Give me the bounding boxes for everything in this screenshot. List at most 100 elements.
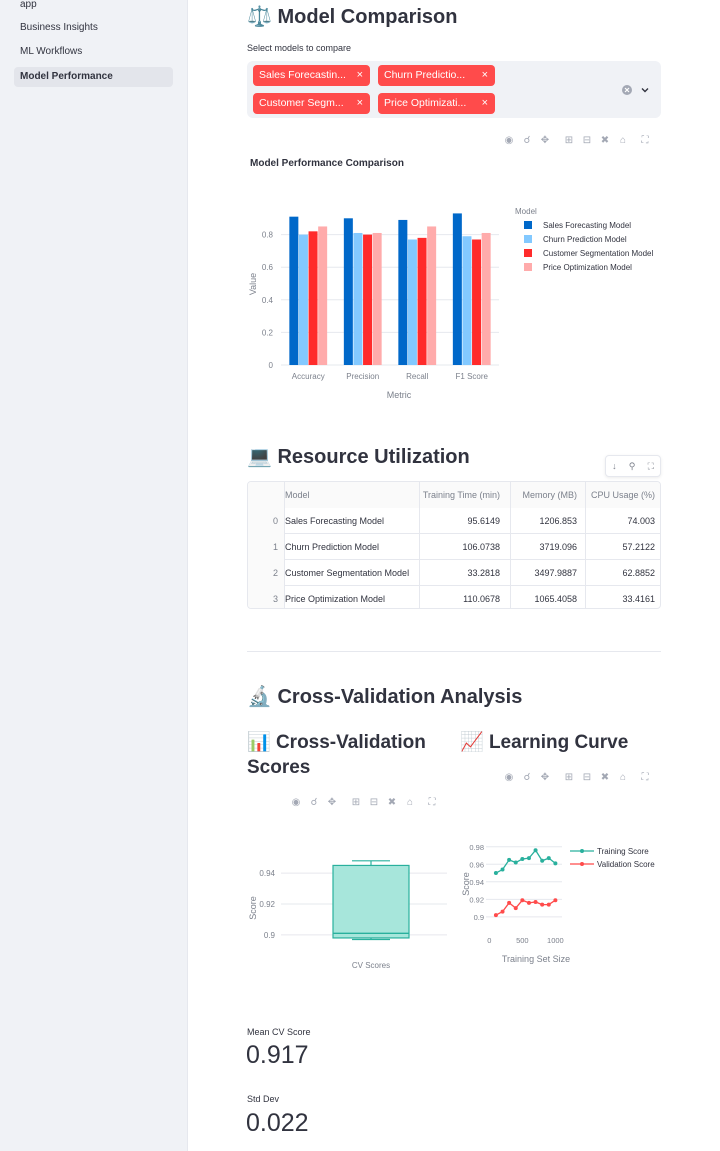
cv-scores-title-line2: Scores: [247, 757, 311, 778]
model-comparison-heading: ⚖️ Model Comparison: [247, 4, 457, 29]
table-row[interactable]: 0 Sales Forecasting Model 95.6149 1206.8…: [248, 508, 660, 534]
model-multiselect[interactable]: Sales Forecastin... × Churn Predictio...…: [247, 61, 661, 118]
select-models-label: Select models to compare: [247, 43, 352, 53]
y-axis-label: Score: [248, 896, 258, 920]
remove-chip-icon[interactable]: ×: [357, 93, 363, 114]
table-row[interactable]: 2 Customer Segmentation Model 33.2818 34…: [248, 560, 660, 586]
zoom-out-icon[interactable]: ⊟: [578, 772, 596, 783]
chart-toolbar: ◉ ☌ ✥ ⊞ ⊟ ✖ ⌂ ⛶: [287, 797, 441, 808]
zoom-out-icon[interactable]: ⊟: [365, 797, 383, 808]
home-icon[interactable]: ⌂: [614, 135, 632, 146]
zoom-in-icon[interactable]: ⊞: [560, 135, 578, 146]
cell-cpu[interactable]: 74.003: [586, 508, 660, 534]
sidebar: app Business Insights ML Workflows Model…: [0, 0, 188, 1151]
data-point: [493, 871, 498, 876]
zoom-in-icon[interactable]: ⊞: [560, 772, 578, 783]
zoom-in-icon[interactable]: ⊞: [347, 797, 365, 808]
y-tick-label: 0.4: [262, 296, 274, 305]
camera-icon[interactable]: ◉: [287, 797, 305, 808]
table-header-model[interactable]: Model: [285, 482, 420, 508]
data-point: [546, 856, 551, 861]
chip-label: Customer Segm...: [259, 97, 344, 109]
cell-memory[interactable]: 1206.853: [511, 508, 586, 534]
autoscale-icon[interactable]: ✖: [596, 135, 614, 146]
cell-memory[interactable]: 1065.4058: [511, 586, 586, 608]
remove-chip-icon[interactable]: ×: [357, 65, 363, 86]
cell-training-time[interactable]: 106.0738: [420, 534, 511, 560]
cell-training-time[interactable]: 110.0678: [420, 586, 511, 608]
search-icon[interactable]: ⚲: [629, 461, 636, 472]
data-point: [553, 861, 558, 866]
fullscreen-icon[interactable]: ⛶: [636, 135, 654, 146]
zoom-out-icon[interactable]: ⊟: [578, 135, 596, 146]
table-header-training-time[interactable]: Training Time (min): [420, 482, 511, 508]
sidebar-item-business-insights[interactable]: Business Insights: [14, 18, 173, 38]
y-tick-label: 0.98: [469, 843, 484, 852]
y-axis-label: Value: [248, 273, 258, 295]
cell-model[interactable]: Churn Prediction Model: [285, 534, 420, 560]
cell-memory[interactable]: 3719.096: [511, 534, 586, 560]
cv-scores-title-line1: Cross-Validation: [275, 732, 426, 753]
camera-icon[interactable]: ◉: [500, 772, 518, 783]
table-header-cpu[interactable]: CPU Usage (%): [586, 482, 660, 508]
fullscreen-icon[interactable]: ⛶: [636, 772, 654, 783]
resource-table[interactable]: Model Training Time (min) Memory (MB) CP…: [247, 481, 661, 609]
cell-training-time[interactable]: 95.6149: [420, 508, 511, 534]
model-comparison-title: Model Comparison: [277, 6, 458, 28]
x-axis-label: Training Set Size: [502, 954, 570, 964]
y-axis-label: Score: [461, 872, 471, 896]
fullscreen-icon[interactable]: ⛶: [423, 797, 441, 808]
cross-validation-title: Cross-Validation Analysis: [277, 686, 523, 708]
legend-swatch: [524, 221, 532, 229]
data-point: [526, 856, 531, 861]
cell-memory[interactable]: 3497.9887: [511, 560, 586, 586]
sidebar-item-model-performance[interactable]: Model Performance: [14, 67, 173, 87]
cell-cpu[interactable]: 57.2122: [586, 534, 660, 560]
home-icon[interactable]: ⌂: [614, 772, 632, 783]
chevron-down-icon[interactable]: [640, 85, 650, 95]
cell-cpu[interactable]: 33.4161: [586, 586, 660, 608]
cell-model[interactable]: Sales Forecasting Model: [285, 508, 420, 534]
autoscale-icon[interactable]: ✖: [596, 772, 614, 783]
zoom-icon[interactable]: ☌: [518, 772, 536, 783]
zoom-icon[interactable]: ☌: [305, 797, 323, 808]
data-point: [513, 860, 518, 865]
sidebar-item-app[interactable]: app: [14, 0, 173, 15]
camera-icon[interactable]: ◉: [500, 135, 518, 146]
mean-cv-score-label: Mean CV Score: [247, 1027, 311, 1037]
legend-item: Customer Segmentation Model: [543, 249, 654, 258]
cross-validation-heading: 🔬 Cross-Validation Analysis: [247, 684, 522, 709]
chart-toolbar: ◉ ☌ ✥ ⊞ ⊟ ✖ ⌂ ⛶: [500, 772, 654, 783]
pan-icon[interactable]: ✥: [536, 135, 554, 146]
clear-all-icon[interactable]: [621, 84, 633, 96]
table-row[interactable]: 1 Churn Prediction Model 106.0738 3719.0…: [248, 534, 660, 560]
cell-model[interactable]: Customer Segmentation Model: [285, 560, 420, 586]
cell-cpu[interactable]: 62.8852: [586, 560, 660, 586]
y-tick-label: 0.92: [259, 900, 275, 909]
table-header-index: [248, 482, 285, 508]
data-point: [553, 898, 558, 903]
remove-chip-icon[interactable]: ×: [482, 65, 488, 86]
table-row[interactable]: 3 Price Optimization Model 110.0678 1065…: [248, 586, 660, 608]
row-index: 0: [248, 508, 285, 534]
bar: [462, 236, 472, 365]
data-point: [533, 899, 538, 904]
trend-chart-icon: 📈: [460, 731, 484, 753]
pan-icon[interactable]: ✥: [323, 797, 341, 808]
series-line: [495, 899, 556, 916]
cell-training-time[interactable]: 33.2818: [420, 560, 511, 586]
bar: [298, 234, 308, 365]
autoscale-icon[interactable]: ✖: [383, 797, 401, 808]
sidebar-item-ml-workflows[interactable]: ML Workflows: [14, 42, 173, 62]
x-axis-label: Metric: [387, 390, 412, 400]
download-icon[interactable]: ↓: [612, 461, 617, 471]
remove-chip-icon[interactable]: ×: [482, 93, 488, 114]
y-tick-label: 0.9: [264, 931, 276, 940]
pan-icon[interactable]: ✥: [536, 772, 554, 783]
home-icon[interactable]: ⌂: [401, 797, 419, 808]
table-header-memory[interactable]: Memory (MB): [511, 482, 586, 508]
zoom-icon[interactable]: ☌: [518, 135, 536, 146]
fullscreen-icon[interactable]: ⛶: [648, 461, 654, 472]
y-tick-label: 0.94: [259, 869, 275, 878]
cell-model[interactable]: Price Optimization Model: [285, 586, 420, 608]
